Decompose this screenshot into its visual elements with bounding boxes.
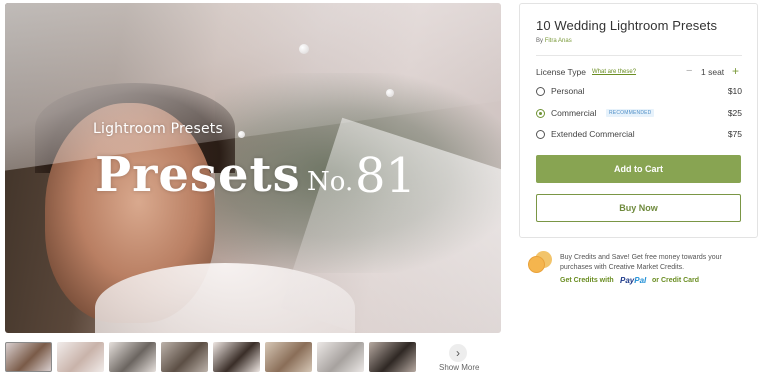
overlay-subtitle: Lightroom Presets — [93, 121, 223, 137]
pearl-decoration — [238, 131, 245, 138]
pearl-decoration — [299, 44, 309, 54]
product-hero-image[interactable]: Lightroom Presets Presets No. 81 — [5, 3, 501, 333]
product-byline: By Fitra Anas — [536, 38, 572, 44]
get-credits-link[interactable]: Get Credits with — [560, 277, 614, 284]
license-option-personal[interactable]: Personal $10 — [536, 86, 742, 100]
credit-card-link[interactable]: or Credit Card — [652, 277, 699, 284]
author-link[interactable]: Fitra Anas — [545, 38, 572, 44]
license-option-price: $10 — [727, 86, 742, 96]
pearl-decoration — [386, 89, 394, 97]
paypal-logo[interactable]: PayPal — [620, 276, 646, 285]
credits-promo-text: Buy Credits and Save! Get free money tow… — [560, 254, 722, 271]
recommended-badge: RECOMMENDED — [606, 109, 655, 117]
buy-now-button[interactable]: Buy Now — [536, 194, 741, 222]
license-option-label: Commercial — [551, 108, 597, 118]
chevron-right-icon[interactable]: › — [449, 344, 467, 362]
overlay-number: 81 — [355, 148, 417, 204]
thumbnail-image[interactable] — [5, 342, 52, 372]
overlay-number-prefix: No. — [307, 167, 354, 197]
product-title: 10 Wedding Lightroom Presets — [536, 18, 718, 33]
thumbnail-image[interactable] — [369, 342, 416, 372]
seat-decrement-button[interactable]: − — [686, 65, 692, 77]
radio-button[interactable] — [536, 87, 545, 96]
license-option-extended-commercial[interactable]: Extended Commercial $75 — [536, 129, 742, 143]
coin-shape — [528, 256, 545, 273]
license-option-label: Personal — [551, 86, 585, 96]
radio-button[interactable] — [536, 130, 545, 139]
purchase-panel: 10 Wedding Lightroom Presets By Fitra An… — [519, 3, 758, 238]
thumbnail-image[interactable] — [161, 342, 208, 372]
thumbnail-image[interactable] — [57, 342, 104, 372]
coins-icon — [528, 251, 554, 275]
byline-prefix: By — [536, 38, 544, 44]
thumbnail-image[interactable] — [109, 342, 156, 372]
license-option-price: $25 — [727, 108, 742, 118]
divider — [536, 55, 742, 56]
add-to-cart-button[interactable]: Add to Cart — [536, 155, 741, 183]
thumbnail-image[interactable] — [213, 342, 260, 372]
thumbnail-image[interactable] — [265, 342, 312, 372]
seat-increment-button[interactable]: + — [732, 64, 739, 78]
license-help-link[interactable]: What are these? — [592, 69, 636, 75]
license-option-price: $75 — [727, 129, 742, 139]
overlay-title: Presets — [95, 147, 301, 203]
thumbnail-image[interactable] — [317, 342, 364, 372]
paypal-pay: Pay — [620, 276, 635, 285]
paypal-pal: Pal — [634, 276, 647, 285]
license-option-commercial[interactable]: Commercial RECOMMENDED $25 — [536, 108, 742, 122]
seat-count: 1 seat — [701, 67, 725, 77]
license-type-label: License Type — [536, 67, 586, 77]
radio-button[interactable] — [536, 109, 545, 118]
show-more-link[interactable]: Show More — [439, 363, 479, 372]
license-option-label: Extended Commercial — [551, 129, 635, 139]
